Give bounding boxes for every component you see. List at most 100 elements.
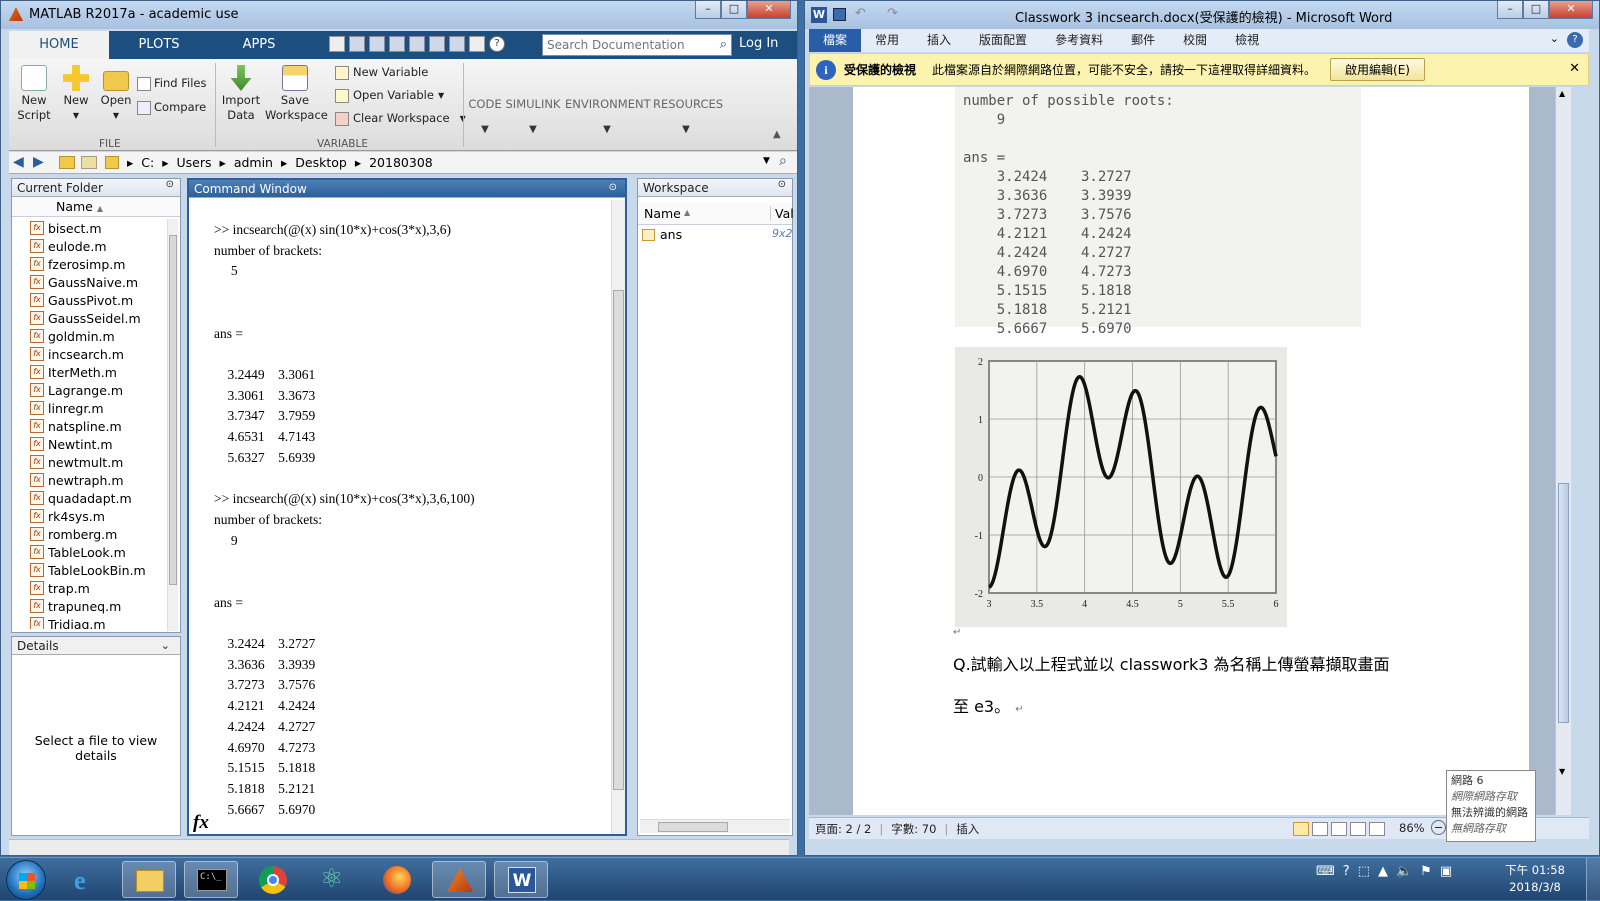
save-workspace-button[interactable]: Save Workspace <box>265 65 328 123</box>
file-list-item[interactable]: fx trapuneq.m <box>12 597 180 615</box>
code-section[interactable]: CODE ▼ <box>467 97 503 137</box>
file-list-item[interactable]: fx Lagrange.m <box>12 381 180 399</box>
protected-view-message[interactable]: 此檔案源自於網際網路位置，可能不安全，請按一下這裡取得詳細資料。 <box>932 61 1316 78</box>
command-window-header[interactable]: Command Window ⊙ <box>189 180 625 198</box>
close-button[interactable]: ✕ <box>1549 1 1593 19</box>
copy-icon[interactable] <box>389 36 405 52</box>
breadcrumb-item-folder[interactable]: 20180308 <box>369 155 433 170</box>
help-tray-icon[interactable]: ? <box>1343 864 1350 879</box>
save-icon[interactable] <box>833 8 846 21</box>
close-button[interactable]: ✕ <box>747 1 791 19</box>
word-titlebar[interactable]: W ↶ ↷ Classwork 3 incsearch.docx(受保護的檢視)… <box>805 1 1599 29</box>
file-list-item[interactable]: fx goldmin.m <box>12 327 180 345</box>
find-files-button[interactable]: Find Files <box>137 76 206 91</box>
cut-icon[interactable] <box>369 36 385 52</box>
reading-view-icon[interactable] <box>1312 822 1328 836</box>
outline-view-icon[interactable] <box>1350 822 1366 836</box>
collapse-icon[interactable]: ⌄ <box>161 639 170 652</box>
web-layout-icon[interactable] <box>1331 822 1347 836</box>
tab-apps[interactable]: APPS <box>209 31 309 59</box>
details-header[interactable]: Details ⌄ <box>12 637 180 655</box>
tab-page-layout[interactable]: 版面配置 <box>965 29 1041 52</box>
folder-scrollbar[interactable] <box>167 219 178 631</box>
undo-icon[interactable] <box>429 36 445 52</box>
panel-menu-icon[interactable]: ⊙ <box>609 182 617 193</box>
file-list-item[interactable]: fx eulode.m <box>12 237 180 255</box>
compare-button[interactable]: Compare <box>137 100 206 115</box>
file-list-item[interactable]: fx GaussSeidel.m <box>12 309 180 327</box>
redo-icon[interactable] <box>449 36 465 52</box>
vertical-scrollbar[interactable]: ▲ ▼ <box>1555 87 1571 815</box>
file-list-item[interactable]: fx fzerosimp.m <box>12 255 180 273</box>
scrollbar-thumb[interactable] <box>613 290 624 790</box>
help-icon[interactable]: ? <box>1567 32 1583 48</box>
tab-plots[interactable]: PLOTS <box>109 31 209 59</box>
redo-icon[interactable]: ↷ <box>887 6 898 21</box>
file-list-item[interactable]: fx Newtint.m <box>12 435 180 453</box>
taskbar-firefox[interactable] <box>370 861 424 898</box>
zoom-level[interactable]: 86% <box>1399 821 1425 835</box>
file-list-item[interactable]: fx incsearch.m <box>12 345 180 363</box>
tab-home[interactable]: 常用 <box>861 29 913 52</box>
zoom-out-icon[interactable]: − <box>1431 820 1446 835</box>
matlab-titlebar[interactable]: MATLAB R2017a - academic use – □ ✕ <box>1 1 797 29</box>
network-icon[interactable]: ▣ <box>1440 864 1452 879</box>
command-scrollbar[interactable] <box>611 200 625 834</box>
file-list-item[interactable]: fx TableLookBin.m <box>12 561 180 579</box>
resources-section[interactable]: RESOURCES ▼ <box>653 97 723 137</box>
file-list-item[interactable]: fx IterMeth.m <box>12 363 180 381</box>
new-script-button[interactable]: New Script <box>14 65 54 123</box>
enable-editing-button[interactable]: 啟用編輯(E) <box>1330 58 1425 81</box>
scrollbar-thumb[interactable] <box>1558 483 1569 723</box>
taskbar-atom[interactable]: ⚛ <box>308 861 362 898</box>
forward-icon[interactable]: ▶ <box>33 154 44 170</box>
new-button[interactable]: New ▼ <box>56 65 96 123</box>
taskbar-file-explorer[interactable] <box>122 861 176 898</box>
print-layout-icon[interactable] <box>1293 822 1309 836</box>
name-column-header[interactable]: Name ▲ <box>12 197 180 217</box>
new-variable-button[interactable]: New Variable <box>335 65 428 80</box>
file-list-item[interactable]: fx natspline.m <box>12 417 180 435</box>
tab-mailings[interactable]: 郵件 <box>1117 29 1169 52</box>
show-hidden-icons[interactable]: ▲ <box>1378 864 1388 879</box>
file-list-item[interactable]: fx newtmult.m <box>12 453 180 471</box>
file-list-item[interactable]: fx newtraph.m <box>12 471 180 489</box>
taskbar-word[interactable]: W <box>494 861 548 898</box>
volume-icon[interactable]: 🔈 <box>1396 864 1412 879</box>
breadcrumb-item-desktop[interactable]: Desktop <box>295 155 347 170</box>
language-icon[interactable]: ⬚ <box>1358 864 1370 879</box>
tab-review[interactable]: 校閱 <box>1169 29 1221 52</box>
current-folder-header[interactable]: Current Folder ⊙ <box>12 179 180 197</box>
tab-home[interactable]: HOME <box>9 31 109 59</box>
start-button[interactable] <box>6 860 46 900</box>
minimize-button[interactable]: – <box>695 1 721 19</box>
file-list-item[interactable]: fx GaussPivot.m <box>12 291 180 309</box>
workspace-value-column[interactable]: Val <box>770 206 794 221</box>
environment-section[interactable]: ENVIRONMENT ▼ <box>565 97 651 137</box>
scrollbar-thumb[interactable] <box>169 235 177 585</box>
maximize-button[interactable]: □ <box>721 1 747 19</box>
search-documentation[interactable]: ⌕ <box>542 34 732 56</box>
search-icon[interactable]: ⌕ <box>720 37 727 52</box>
browse-icon[interactable] <box>81 156 97 169</box>
panel-menu-icon[interactable]: ⊙ <box>778 179 786 190</box>
file-list-item[interactable]: fx romberg.m <box>12 525 180 543</box>
import-data-button[interactable]: Import Data <box>219 65 263 123</box>
save-icon[interactable] <box>349 36 365 52</box>
collapse-ribbon-icon[interactable]: ▲ <box>773 129 781 140</box>
paste-icon[interactable] <box>409 36 425 52</box>
document-page[interactable]: number of possible roots: 9 ans = 3.2424… <box>853 87 1529 815</box>
page-indicator[interactable]: 頁面: 2 / 2 <box>815 821 871 837</box>
undo-icon[interactable]: ↶ <box>855 6 866 21</box>
file-list-item[interactable]: fx TableLook.m <box>12 543 180 561</box>
back-icon[interactable]: ◀ <box>13 154 24 170</box>
search-input[interactable] <box>543 35 708 55</box>
workspace-hscrollbar[interactable] <box>640 819 790 833</box>
maximize-button[interactable]: □ <box>1523 1 1549 19</box>
ribbon-minimize-icon[interactable]: ⌄ <box>1550 32 1559 45</box>
switch-windows-icon[interactable] <box>469 36 485 52</box>
scrollbar-thumb[interactable] <box>658 822 728 832</box>
minimize-button[interactable]: – <box>1497 1 1523 19</box>
tab-references[interactable]: 參考資料 <box>1041 29 1117 52</box>
up-folder-icon[interactable] <box>59 156 75 169</box>
